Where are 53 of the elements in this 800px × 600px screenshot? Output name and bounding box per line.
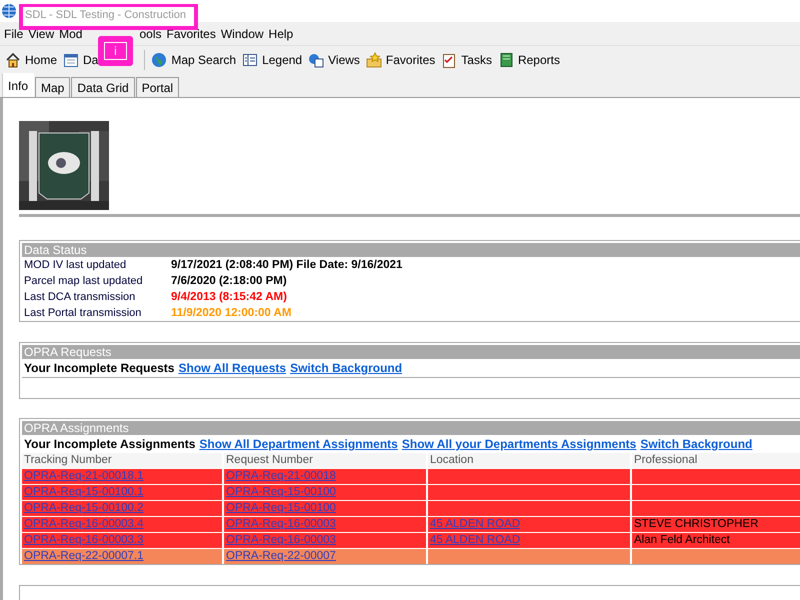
panel-header: OPRA Requests (22, 345, 800, 359)
column-header: Request Number (224, 453, 426, 468)
professional-name: Alan Feld Architect (634, 534, 730, 546)
status-value: 7/6/2020 (2:18:00 PM) (171, 275, 287, 287)
toolbar-button[interactable]: Tasks (439, 52, 494, 68)
tab[interactable]: Map (35, 77, 70, 97)
panel-header: Data Status (22, 243, 800, 257)
globe-icon (1, 3, 17, 19)
status-label: Parcel map last updated (24, 275, 144, 287)
calendar-icon (63, 52, 80, 68)
views-icon (308, 52, 324, 68)
toolbar-button[interactable]: Favorites (364, 52, 438, 68)
tab[interactable]: Info (2, 73, 34, 97)
tab[interactable]: Data Grid (71, 77, 135, 97)
section-heading: Your Incomplete Requests (24, 361, 174, 375)
toolbar-button[interactable]: Map Search (149, 52, 238, 68)
panel-header: OPRA Assignments (22, 421, 800, 435)
toolbar-button[interactable]: Home (3, 52, 60, 68)
professional-name: STEVE CHRISTOPHER (634, 518, 758, 530)
link[interactable]: Show All Requests (178, 361, 286, 375)
link[interactable]: Show All Department Assignments (199, 437, 398, 451)
status-value: 9/4/2013 (8:15:42 AM) (171, 291, 287, 303)
window-title: SDL - SDL Testing - Construction (25, 9, 186, 21)
status-value: 9/17/2021 (2:08:40 PM) File Date: 9/16/2021 (171, 259, 402, 271)
tab[interactable]: Portal (136, 77, 180, 97)
toolbar-button[interactable]: Views (306, 52, 362, 68)
status-label: MOD IV last updated (24, 259, 128, 271)
menu-item[interactable]: Favorites (166, 26, 216, 40)
status-value: 11/9/2020 12:00:00 AM (171, 307, 292, 319)
star-folder-icon (366, 52, 382, 68)
menu-item[interactable]: Window (220, 26, 264, 40)
menu-item[interactable]: Mod (59, 26, 82, 40)
menu-item[interactable]: ools (139, 26, 162, 40)
column-header: Professional (632, 453, 800, 468)
status-label: Last DCA transmission (24, 291, 136, 303)
menu-item[interactable]: View (28, 26, 54, 40)
link[interactable]: Switch Background (640, 437, 752, 451)
status-label: Last Portal transmission (24, 307, 142, 319)
toolbar-button[interactable]: Reports (496, 52, 562, 68)
menu-item[interactable]: File (4, 26, 24, 40)
column-header: Tracking Number (22, 453, 222, 468)
menu-item[interactable]: Help (268, 26, 294, 40)
link[interactable]: Switch Background (290, 361, 402, 375)
column-header: Location (428, 453, 630, 468)
home-icon (5, 52, 21, 68)
toolbar-button[interactable]: Legend (240, 52, 304, 68)
globe-icon (151, 52, 168, 68)
section-heading: Your Incomplete Assignments (24, 437, 196, 451)
link[interactable]: Show All your Departments Assignments (402, 437, 636, 451)
annotation-badge: i (98, 36, 133, 66)
legend-icon (242, 52, 258, 68)
clipboard-icon (441, 52, 458, 68)
book-icon (498, 52, 514, 68)
